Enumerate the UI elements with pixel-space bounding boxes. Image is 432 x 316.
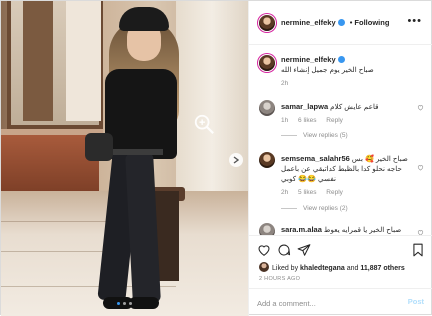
post-photo[interactable] xyxy=(1,1,248,316)
comment-meta: 1h 6 likes Reply xyxy=(281,116,417,126)
heart-icon[interactable] xyxy=(417,104,424,111)
commenter-avatar[interactable] xyxy=(259,152,275,168)
likes-mid: and xyxy=(344,265,361,272)
next-slide-button[interactable] xyxy=(229,153,243,167)
photo-person-belt xyxy=(113,149,163,155)
verified-badge-icon xyxy=(337,19,345,26)
comment-item: sara.m.alaa صباح الخير يا قمرايه يعوط xyxy=(249,223,432,235)
comment-input[interactable] xyxy=(257,296,392,310)
instagram-post: nermine_elfeky • Following ••• nermine_e… xyxy=(0,0,432,316)
verified-badge-icon xyxy=(337,56,345,63)
likes-prefix: Liked by xyxy=(272,265,301,272)
zoom-icon[interactable] xyxy=(193,113,215,135)
caption-body: nermine_elfeky صباح الخير يوم جميل إنشاء… xyxy=(281,55,417,89)
comment-username[interactable]: sara.m.alaa xyxy=(281,225,322,234)
photo-person-cap xyxy=(119,7,169,31)
caption-item: nermine_elfeky صباح الخير يوم جميل إنشاء… xyxy=(249,55,432,97)
comment-time: 1h xyxy=(281,117,289,124)
liker-username[interactable]: khaledtegana xyxy=(300,265,345,272)
comment-text: قاعم عايش كلام xyxy=(330,102,379,111)
comment-text: صباح الخير يا قمرايه يعوط xyxy=(323,225,402,234)
author-username[interactable]: nermine_elfeky xyxy=(281,18,336,27)
caption-text: صباح الخير يوم جميل إنشاء الله xyxy=(281,65,374,74)
likes-summary: Liked by khaledtegana and 11,887 others xyxy=(259,262,405,272)
photo-mirror xyxy=(7,1,103,129)
caption-username[interactable]: nermine_elfeky xyxy=(281,55,336,64)
photo-person-bag xyxy=(85,133,113,161)
liker-avatar[interactable] xyxy=(259,262,269,272)
post-comment-button[interactable]: Post xyxy=(408,297,424,306)
reply-button[interactable]: Reply xyxy=(326,189,343,196)
carousel-dot xyxy=(123,302,126,305)
commenter-avatar[interactable] xyxy=(259,223,275,235)
caption-time: 2h xyxy=(281,80,289,87)
comment-likes[interactable]: 5 likes xyxy=(298,189,316,196)
share-icon[interactable] xyxy=(297,243,311,257)
more-icon[interactable]: ••• xyxy=(407,15,422,27)
bookmark-icon[interactable] xyxy=(411,243,425,257)
chevron-right-icon xyxy=(233,156,239,164)
following-button[interactable]: • Following xyxy=(350,18,390,27)
comment-body: sara.m.alaa صباح الخير يا قمرايه يعوط xyxy=(281,225,417,235)
action-bar xyxy=(249,235,432,265)
heart-icon[interactable] xyxy=(257,243,271,257)
photo-person-shoe xyxy=(129,297,159,309)
comments-list[interactable]: nermine_elfeky صباح الخير يوم جميل إنشاء… xyxy=(249,45,432,235)
photo-person-jacket xyxy=(105,69,177,159)
caption-avatar[interactable] xyxy=(259,55,275,71)
carousel-dot xyxy=(129,302,132,305)
comment-likes[interactable]: 6 likes xyxy=(298,117,316,124)
author-avatar[interactable] xyxy=(259,15,275,31)
comment-username[interactable]: samar_lapwa xyxy=(281,102,328,111)
comment-body: samar_lapwa قاعم عايش كلام 1h 6 likes Re… xyxy=(281,102,417,126)
comment-body: semsema_salahr56 صباح الخير 🥰 بس حاجه نح… xyxy=(281,154,417,198)
comment-username[interactable]: semsema_salahr56 xyxy=(281,154,350,163)
likes-count[interactable]: 11,887 others xyxy=(360,265,404,272)
post-timestamp[interactable]: 2 HOURS AGO xyxy=(259,276,300,282)
comment-meta: 2h 5 likes Reply xyxy=(281,188,417,198)
comment-icon[interactable] xyxy=(277,243,291,257)
header-user: nermine_elfeky • Following xyxy=(281,18,389,27)
commenter-avatar[interactable] xyxy=(259,100,275,116)
caption-meta: 2h xyxy=(281,79,417,89)
comment-item: semsema_salahr56 صباح الخير 🥰 بس حاجه نح… xyxy=(249,152,432,208)
comment-time: 2h xyxy=(281,189,289,196)
view-replies-button[interactable]: View replies (2) xyxy=(281,205,348,212)
reply-button[interactable]: Reply xyxy=(326,117,343,124)
add-comment-bar: Post xyxy=(249,288,432,316)
comment-item: samar_lapwa قاعم عايش كلام 1h 6 likes Re… xyxy=(249,100,432,150)
post-side-panel: nermine_elfeky • Following ••• nermine_e… xyxy=(248,1,432,316)
heart-icon[interactable] xyxy=(417,164,424,171)
view-replies-button[interactable]: View replies (5) xyxy=(281,132,348,139)
carousel-dots xyxy=(117,302,132,305)
post-header: nermine_elfeky • Following ••• xyxy=(249,1,432,45)
carousel-dot xyxy=(117,302,120,305)
